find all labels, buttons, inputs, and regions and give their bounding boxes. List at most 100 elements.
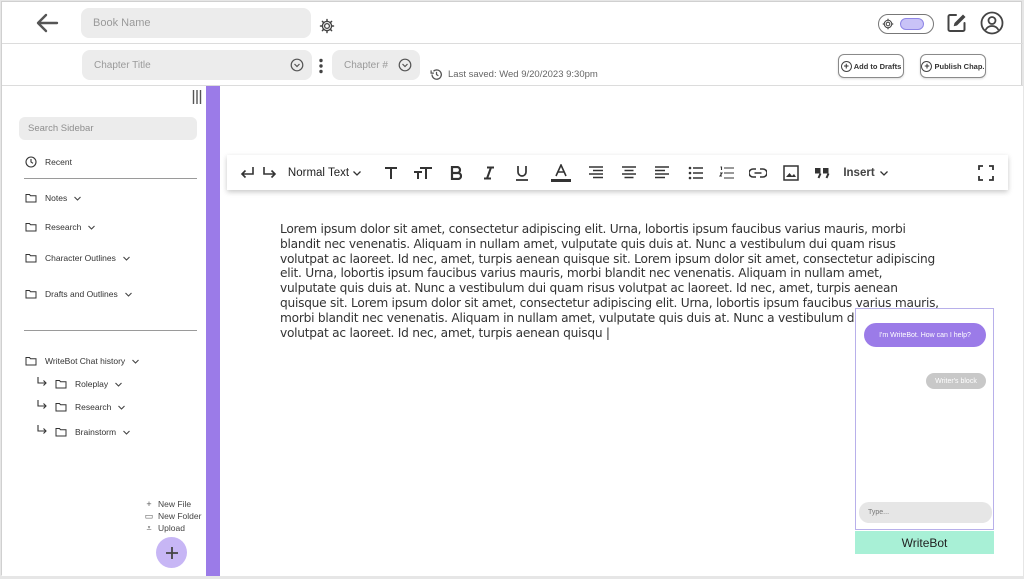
align-right-button[interactable]: [587, 164, 605, 182]
align-right-icon: [589, 166, 603, 179]
add-button[interactable]: [156, 537, 187, 568]
sidebar-search-input[interactable]: [19, 117, 197, 140]
chapter-title-select[interactable]: Chapter Title: [82, 50, 312, 80]
top-bar: [2, 2, 1023, 44]
upload-label: Upload: [158, 523, 185, 533]
insert-image-button[interactable]: [782, 164, 800, 182]
clock-icon: [25, 156, 37, 168]
sidebar-item-research[interactable]: Research: [25, 221, 96, 233]
collapse-sidebar-icon[interactable]: [192, 90, 202, 104]
redo-button[interactable]: [260, 164, 280, 182]
chevron-down-icon: [353, 171, 362, 176]
undo-button[interactable]: [237, 164, 257, 182]
font-size-button[interactable]: [412, 164, 434, 182]
folder-icon: ▭: [144, 510, 154, 521]
font-color-button[interactable]: [550, 164, 572, 182]
publish-chapter-button[interactable]: + Publish Chap.: [920, 54, 986, 78]
book-name-input[interactable]: [81, 8, 311, 38]
document-body[interactable]: Lorem ipsum dolor sit amet, consectetur …: [280, 222, 940, 340]
writebot-chat-panel: I'm WriteBot. How can I help? Writer's b…: [855, 308, 994, 530]
chevron-down-icon: [879, 171, 888, 176]
align-center-button[interactable]: [620, 164, 638, 182]
sidebar-item-notes[interactable]: Notes: [25, 192, 82, 204]
edit-pencil-icon[interactable]: [946, 12, 968, 34]
formatting-toolbar: Normal Text Insert: [227, 155, 1008, 190]
sidebar-accent-bar: [206, 86, 220, 576]
chevron-down-icon: [74, 196, 82, 201]
more-options-icon[interactable]: [318, 58, 324, 74]
sidebar-item-label: Research: [75, 402, 112, 412]
sidebar-item-label: Brainstorm: [75, 427, 117, 437]
sidebar-item-label: Roleplay: [75, 379, 109, 389]
chapter-number-placeholder: Chapter #: [344, 59, 388, 71]
text-size-button[interactable]: [382, 164, 400, 182]
sidebar-item-label: Notes: [45, 193, 68, 203]
upload-button[interactable]: ⩡ Upload: [144, 522, 201, 534]
folder-icon: [55, 380, 67, 389]
folder-icon: [55, 428, 67, 437]
italic-button[interactable]: [480, 164, 498, 182]
insert-label: Insert: [843, 167, 875, 179]
numbered-list-icon: [719, 166, 734, 179]
toggle-switch[interactable]: [900, 18, 924, 30]
sidebar: Recent Notes Research Character Outlines…: [2, 86, 206, 576]
numbered-list-button[interactable]: [718, 164, 736, 182]
app-window: Chapter Title Chapter # Last saved: Wed …: [1, 1, 1023, 576]
divider: [24, 330, 197, 331]
subdirectory-arrow-icon: [37, 400, 47, 409]
insert-dropdown[interactable]: Insert: [841, 164, 891, 182]
sidebar-subitem-brainstorm[interactable]: Brainstorm: [55, 426, 131, 438]
subdirectory-arrow-icon: [37, 425, 47, 434]
sidebar-item-writebot-chat-history[interactable]: WriteBot Chat history: [25, 355, 140, 367]
sidebar-subitem-research[interactable]: Research: [55, 401, 126, 413]
back-button[interactable]: [32, 10, 62, 36]
font-color-icon: [551, 164, 571, 182]
chapter-number-select[interactable]: Chapter #: [332, 50, 420, 80]
italic-icon: [484, 166, 494, 180]
new-file-button[interactable]: + New File: [144, 498, 201, 510]
underline-button[interactable]: [513, 164, 531, 182]
chevron-down-icon: [124, 292, 132, 297]
font-size-icon: [414, 167, 432, 179]
folder-icon: [25, 290, 37, 299]
bulleted-list-icon: [688, 166, 703, 180]
chat-input[interactable]: [859, 502, 992, 523]
new-folder-button[interactable]: ▭ New Folder: [144, 510, 202, 522]
plus-icon: +: [146, 499, 152, 509]
folder-icon: [55, 403, 67, 412]
new-folder-label: New Folder: [158, 511, 202, 521]
plus-circle-icon: +: [921, 60, 933, 72]
chapter-title-placeholder: Chapter Title: [94, 59, 151, 71]
settings-gear-icon[interactable]: [319, 18, 335, 34]
insert-link-button[interactable]: [748, 164, 768, 182]
undo-icon: [240, 167, 254, 179]
sidebar-item-drafts-and-outlines[interactable]: Drafts and Outlines: [25, 288, 133, 300]
settings-toggle[interactable]: [878, 14, 934, 34]
divider: [24, 178, 197, 179]
back-arrow-icon: [36, 13, 59, 33]
fullscreen-button[interactable]: [977, 164, 995, 182]
align-center-icon: [622, 166, 636, 179]
text-style-dropdown[interactable]: Normal Text: [287, 164, 363, 182]
account-icon[interactable]: [980, 11, 1004, 35]
last-saved-status: Last saved: Wed 9/20/2023 9:30pm: [430, 68, 598, 81]
quote-button[interactable]: [813, 164, 831, 182]
last-saved-text: Last saved: Wed 9/20/2023 9:30pm: [448, 69, 598, 80]
sidebar-item-label: Research: [45, 222, 82, 232]
bulleted-list-button[interactable]: [687, 164, 705, 182]
sidebar-item-recent[interactable]: Recent: [25, 156, 72, 168]
plus-icon: [165, 546, 178, 559]
chevron-down-icon: [132, 359, 140, 364]
chevron-down-icon: [122, 256, 130, 261]
bold-button[interactable]: [447, 164, 465, 182]
writebot-button[interactable]: WriteBot: [855, 531, 994, 554]
publish-chapter-label: Publish Chap.: [934, 61, 985, 71]
sidebar-item-label: Drafts and Outlines: [45, 289, 118, 299]
sidebar-item-character-outlines[interactable]: Character Outlines: [25, 252, 131, 264]
add-to-drafts-button[interactable]: + Add to Drafts: [838, 54, 904, 78]
sidebar-subitem-roleplay[interactable]: Roleplay: [55, 378, 123, 390]
link-icon: [749, 168, 767, 178]
align-left-button[interactable]: [653, 164, 671, 182]
folder-icon: [25, 254, 37, 263]
user-message-bubble: Writer's block: [926, 373, 986, 389]
